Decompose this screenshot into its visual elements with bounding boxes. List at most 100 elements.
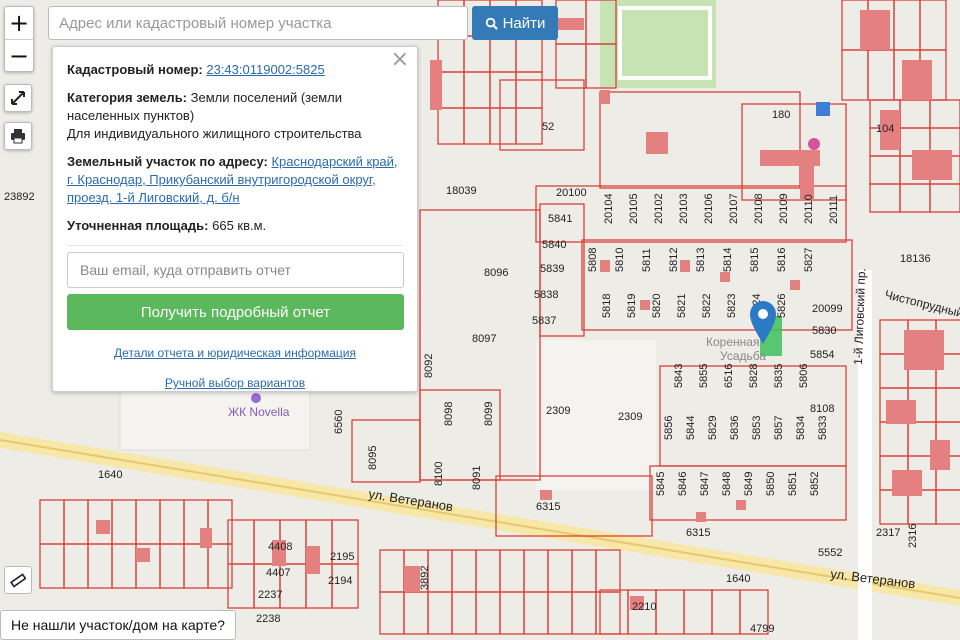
area-value: 665 кв.м. (212, 218, 267, 233)
parcel-label: 5834 (795, 416, 807, 440)
park-area (600, 0, 716, 88)
parcel-label: 20104 (603, 193, 615, 224)
parcel-label: 5810 (614, 248, 626, 272)
parcel-label: 4799 (750, 623, 774, 635)
transit-icon (816, 102, 830, 116)
parcel-label-18136: 18136 (900, 253, 931, 265)
parcel-label: 5846 (677, 472, 689, 496)
details-link-row: Детали отчета и юридическая информация (67, 344, 403, 362)
close-icon[interactable]: × (391, 49, 409, 71)
parcel-label: 2316 (907, 524, 919, 548)
parcel-label: 5847 (699, 472, 711, 496)
building (904, 330, 944, 370)
zoom-out-button[interactable]: − (5, 39, 33, 71)
parcel-label-8095: 8095 (367, 446, 379, 470)
parcel-label: 5818 (601, 294, 613, 318)
parcel-label-8097: 8097 (472, 333, 496, 345)
parcel-label-5552: 5552 (818, 547, 842, 559)
parcel-info-panel: × Кадастровый номер: 23:43:0119002:5825 … (52, 46, 418, 392)
building (912, 150, 952, 180)
parcel-label: 5828 (748, 364, 760, 388)
building (696, 512, 706, 522)
parcel-label: 5852 (809, 472, 821, 496)
parcel-label: 6516 (723, 364, 735, 388)
building (640, 300, 650, 310)
poi-pin-icon (808, 138, 820, 150)
parcel-label-8098: 8098 (443, 402, 455, 426)
building (860, 10, 890, 50)
email-field[interactable] (67, 252, 404, 288)
parcel-label: 5821 (676, 294, 688, 318)
area-label: Уточненная площадь: (67, 218, 209, 233)
cadastral-number-link[interactable]: 23:43:0119002:5825 (206, 62, 324, 77)
not-found-button[interactable]: Не нашли участок/дом на карте? (0, 610, 236, 640)
parcel-label-8092: 8092 (423, 354, 435, 378)
parcel-label: 20108 (753, 193, 765, 224)
parcel-label: 5833 (817, 416, 829, 440)
building (790, 280, 800, 290)
parcel-label: 5816 (776, 248, 788, 272)
area-row: Уточненная площадь: 665 кв.м. (67, 217, 403, 235)
parcel-label-18039: 18039 (446, 185, 477, 197)
manual-select-link[interactable]: Ручной выбор вариантов (165, 376, 305, 390)
parcel-label: 2317 (876, 527, 900, 539)
building (600, 90, 610, 104)
parcel-label: 20107 (728, 193, 740, 224)
parcel-label-8091: 8091 (471, 466, 483, 490)
parcel-label: 52 (542, 121, 554, 133)
parcel-label-1640: 1640 (98, 469, 122, 481)
parcel-label: 5815 (749, 248, 761, 272)
parcel-label-8099: 8099 (483, 402, 495, 426)
parcel-label: 5849 (743, 472, 755, 496)
parcel-label: 2237 (258, 589, 282, 601)
parcel-label: 5856 (663, 416, 675, 440)
parcel-label-6560: 6560 (333, 410, 345, 434)
building (886, 400, 916, 424)
parcel-label: 5840 (542, 239, 566, 251)
land-usage-value: Для индивидуального жилищного строительс… (67, 126, 362, 141)
parcel-label: 5857 (773, 416, 785, 440)
parcel-label-8108: 8108 (810, 403, 834, 415)
land-category-label: Категория земель: (67, 90, 188, 105)
search-button[interactable]: Найти (472, 6, 558, 40)
building (646, 132, 668, 154)
fullscreen-button[interactable] (4, 84, 32, 112)
search-input[interactable] (48, 6, 468, 40)
search-icon (485, 17, 498, 30)
ruler-button[interactable] (4, 566, 32, 594)
parcel-label: 5839 (540, 263, 564, 275)
parcel-label: 2238 (256, 613, 280, 625)
parcel-label-6315-b: 6315 (686, 527, 710, 539)
building (680, 260, 690, 272)
zoom-in-button[interactable]: + (5, 7, 33, 39)
parcel-label: 4407 (266, 567, 290, 579)
parcel-label: 5838 (534, 289, 558, 301)
printer-icon (11, 129, 25, 144)
manual-link-row: Ручной выбор вариантов (67, 374, 403, 392)
building (306, 546, 320, 574)
address-row: Земельный участок по адресу: Краснодарск… (67, 153, 403, 207)
parcel-label-20099: 20099 (812, 303, 843, 315)
parcel-label: 4408 (268, 541, 292, 553)
building (720, 272, 730, 282)
parcel-label-1640-b: 1640 (726, 573, 750, 585)
print-button[interactable] (4, 122, 32, 150)
parcel-label: 5851 (787, 472, 799, 496)
details-link[interactable]: Детали отчета и юридическая информация (114, 346, 356, 360)
parcel-label: 5812 (668, 248, 680, 272)
building (930, 440, 950, 470)
parcel-label: 5855 (698, 364, 710, 388)
parcel-label-8100: 8100 (433, 462, 445, 486)
parcel-label: 20102 (653, 193, 665, 224)
parcel-label: 5806 (798, 364, 810, 388)
building (136, 548, 150, 562)
ruler-icon (10, 573, 26, 588)
parcel-label: 20110 (803, 194, 815, 224)
parcel-label: 2194 (328, 575, 352, 587)
get-report-button[interactable]: Получить подробный отчет (67, 294, 404, 330)
parcel-label: 180 (772, 109, 790, 121)
building (430, 60, 442, 110)
parcel-label: 5819 (626, 294, 638, 318)
divider (67, 245, 403, 246)
parcel-label: 5822 (701, 294, 713, 318)
